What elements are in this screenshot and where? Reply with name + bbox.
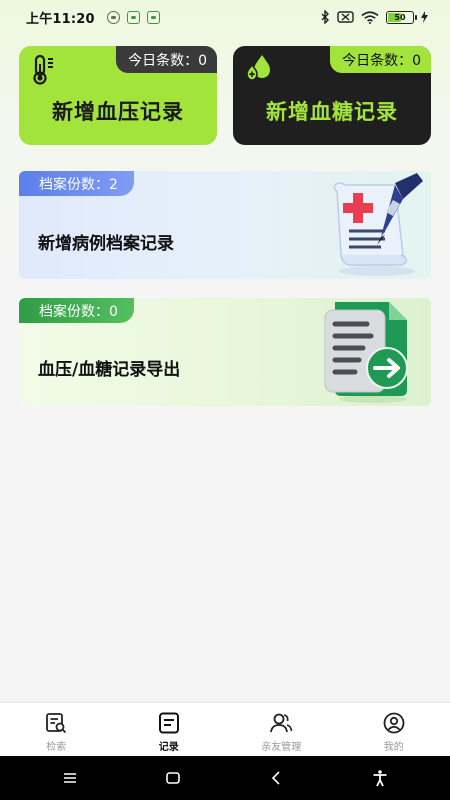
notification-icons xyxy=(106,10,160,24)
battery-level: 50 xyxy=(394,12,406,22)
notification-app-icon xyxy=(106,10,120,24)
status-right: 50 xyxy=(321,10,428,24)
nav-label-record: 记录 xyxy=(158,742,179,753)
back-icon[interactable] xyxy=(268,769,286,787)
nav-item-record[interactable]: 记录 xyxy=(113,703,226,756)
record-icon xyxy=(158,712,179,734)
charging-icon xyxy=(421,11,428,23)
system-nav-bar xyxy=(0,756,450,800)
medical-scroll-icon xyxy=(333,173,423,276)
status-bar: 上午11:20 50 xyxy=(0,0,450,34)
notification-message-icon xyxy=(146,10,160,24)
export-count-tag: 档案份数：0 xyxy=(19,298,134,323)
document-export-icon xyxy=(324,302,408,403)
sim-off-icon xyxy=(337,11,354,23)
export-records-card[interactable]: 档案份数：0 血压/血糖记录导出 xyxy=(19,298,431,406)
accessibility-icon[interactable] xyxy=(371,769,389,787)
menu-icon[interactable] xyxy=(61,769,79,787)
add-blood-pressure-card[interactable]: 今日条数：0 新增血压记录 xyxy=(19,46,217,145)
bs-today-count: 今日条数：0 xyxy=(330,46,431,73)
thermometer-icon xyxy=(33,54,53,85)
wifi-icon xyxy=(361,10,379,24)
export-card-label: 血压/血糖记录导出 xyxy=(38,360,181,380)
search-document-icon xyxy=(46,713,67,734)
nav-label-search: 检索 xyxy=(46,742,67,753)
case-count-tag: 档案份数：2 xyxy=(19,171,134,196)
people-icon xyxy=(270,713,293,733)
blood-drop-icon xyxy=(246,55,270,81)
notification-wechat-icon xyxy=(126,10,140,24)
add-blood-sugar-card[interactable]: 今日条数：0 新增血糖记录 xyxy=(233,46,431,145)
nav-label-family: 亲友管理 xyxy=(261,742,302,753)
nav-label-mine: 我的 xyxy=(383,742,404,753)
nav-item-search[interactable]: 检索 xyxy=(0,703,113,756)
bluetooth-icon xyxy=(321,10,329,24)
home-icon[interactable] xyxy=(164,769,182,787)
add-medical-case-card[interactable]: 档案份数：2 新增病例档案记录 xyxy=(19,171,431,279)
status-time: 上午11:20 xyxy=(26,11,95,27)
bottom-nav: 检索 记录 亲友管理 我的 xyxy=(0,702,450,756)
profile-icon xyxy=(383,712,405,734)
bs-card-label: 新增血糖记录 xyxy=(266,100,398,124)
battery-icon: 50 xyxy=(386,10,417,24)
nav-item-family[interactable]: 亲友管理 xyxy=(225,703,338,756)
case-card-label: 新增病例档案记录 xyxy=(38,234,174,254)
nav-item-mine[interactable]: 我的 xyxy=(338,703,450,756)
bp-today-count: 今日条数：0 xyxy=(116,46,217,73)
bp-card-label: 新增血压记录 xyxy=(52,100,184,124)
